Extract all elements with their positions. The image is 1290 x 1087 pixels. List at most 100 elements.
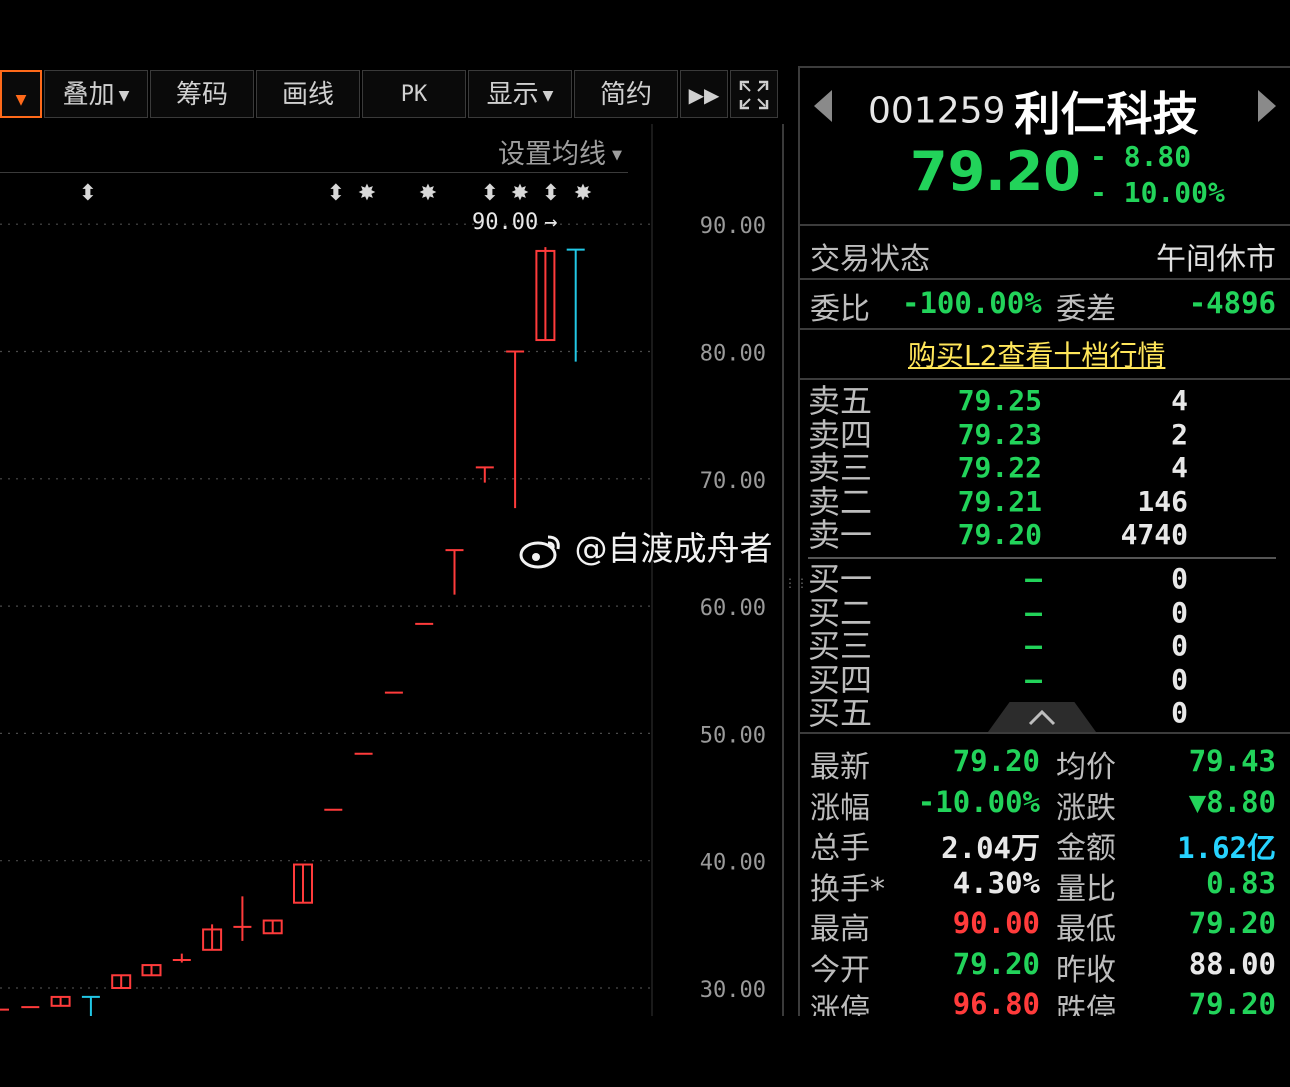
ask-level-label: 卖二 — [808, 482, 873, 521]
draw-line-button[interactable]: 画线 — [256, 70, 360, 118]
y-tick-label: 70.00 — [700, 469, 766, 494]
candle — [535, 247, 556, 342]
star-marker-icon: ✸ — [574, 181, 592, 206]
stat-label: 最高 — [810, 912, 870, 947]
ask-level-price: 79.22 — [957, 451, 1042, 485]
prev-stock-button[interactable] — [812, 88, 834, 128]
divider — [798, 732, 1290, 734]
candle — [50, 995, 71, 1007]
candle — [81, 995, 100, 1016]
candle — [506, 350, 525, 509]
candle — [111, 974, 132, 990]
star-marker-icon: ✸ — [358, 181, 376, 206]
trade-status-value: 午间休市 — [1156, 242, 1276, 277]
order-ratio-label: 委比 — [810, 292, 870, 327]
bid-level-label: 买五 — [808, 694, 873, 733]
star-marker-icon: ✸ — [511, 181, 529, 206]
stock-title: 001259 利仁科技 — [868, 78, 1199, 144]
candle — [293, 863, 313, 904]
ask-level-price: 79.21 — [957, 484, 1042, 518]
collapse-book-button[interactable] — [988, 702, 1096, 732]
price-change: - 8.80 — [1090, 140, 1192, 173]
candle — [202, 924, 223, 951]
display-dropdown-button[interactable]: 显示 ▼ — [468, 70, 572, 118]
ask-level-label: 卖一 — [808, 516, 873, 555]
stock-name: 利仁科技 — [1014, 87, 1199, 141]
bid-level-label: 买二 — [808, 593, 873, 632]
stat-label: 总手 — [810, 831, 870, 866]
next-stock-button[interactable] — [1256, 88, 1278, 128]
splitter-grip-icon[interactable]: ⋮⋮ — [784, 577, 808, 600]
stat-label: 均价 — [1056, 750, 1116, 785]
price-change-pct: - 10.00% — [1090, 176, 1225, 209]
ask-level-price: 79.20 — [957, 518, 1042, 552]
order-diff-value: -4896 — [1188, 286, 1276, 320]
candle — [566, 248, 585, 362]
bid-level-label: 买三 — [808, 627, 873, 666]
candle — [141, 964, 162, 977]
ask-level-volume: 146 — [1137, 484, 1188, 518]
panel-left-border — [798, 66, 800, 1016]
simple-mode-button[interactable]: 简约 — [574, 70, 678, 118]
order-ratio-value: -100.00% — [902, 286, 1042, 320]
updown-marker-icon: ⬍ — [79, 181, 97, 206]
bid-level-volume: 0 — [1171, 629, 1188, 663]
bid-level-volume: 0 — [1171, 662, 1188, 696]
ask-level-volume: 4 — [1171, 451, 1188, 485]
ask-level-volume: 4 — [1171, 384, 1188, 417]
pk-button[interactable]: PK — [362, 70, 466, 118]
candle — [172, 953, 191, 963]
last-price: 79.20 — [910, 140, 1081, 203]
y-tick-label: 60.00 — [700, 596, 766, 621]
bid-level-price: — — [1025, 629, 1042, 663]
bid-level-volume: 0 — [1171, 696, 1188, 730]
divider — [798, 328, 1290, 330]
overlay-dropdown-button[interactable]: 叠加 ▼ — [44, 70, 148, 118]
ask-level-volume: 4740 — [1120, 518, 1188, 552]
stat-label: 涨跌 — [1056, 790, 1116, 826]
stat-value: -10.00% — [917, 784, 1040, 819]
pk-label: PK — [400, 82, 428, 107]
stat-label: 最新 — [810, 750, 870, 785]
panel-top-border — [798, 66, 1290, 68]
chevron-up-icon — [1028, 709, 1056, 726]
triangle-left-icon — [814, 90, 832, 122]
stat-value: 88.00 — [1188, 946, 1276, 981]
candle — [233, 896, 252, 941]
bid-level-volume: 0 — [1171, 595, 1188, 629]
candle — [475, 466, 494, 483]
triangle-right-icon — [1258, 90, 1276, 122]
updown-marker-icon: ⬍ — [542, 181, 560, 206]
weibo-logo-icon — [519, 535, 560, 568]
stat-value: 79.43 — [1188, 744, 1276, 778]
stock-code: 001259 — [868, 90, 1006, 132]
y-tick-label: 40.00 — [700, 851, 766, 876]
l2-purchase-link[interactable]: 购买L2查看十档行情 — [908, 334, 1165, 374]
ask-level-volume: 2 — [1171, 417, 1188, 451]
period-dropdown-button[interactable]: ▼ — [0, 70, 42, 118]
chevron-down-icon: ▼ — [15, 92, 27, 108]
y-tick-label: 80.00 — [700, 342, 766, 367]
ask-level-label: 卖五 — [808, 382, 873, 420]
book-separator — [808, 557, 1276, 559]
divider — [798, 224, 1290, 226]
more-button[interactable]: ▶▶ — [680, 70, 728, 118]
order-diff-label: 委差 — [1056, 292, 1116, 327]
top-bar — [0, 0, 1290, 58]
fullscreen-button[interactable] — [730, 70, 778, 118]
stat-value: 1.62亿 — [1177, 831, 1276, 865]
stat-value: ▼8.80 — [1188, 784, 1276, 819]
divider — [798, 278, 1290, 280]
simple-mode-label: 简约 — [599, 80, 652, 110]
bid-level-price: — — [1025, 595, 1042, 629]
chevron-down-icon: ▼ — [118, 87, 130, 104]
bottom-bar — [0, 1016, 1290, 1087]
price-axis: 90.00 80.00 70.00 60.00 50.00 40.00 30.00 — [700, 214, 766, 1003]
stat-label: 今开 — [810, 952, 870, 988]
chips-button[interactable]: 筹码 — [150, 70, 254, 118]
watermark: @自渡成舟者 — [518, 522, 773, 571]
updown-marker-icon: ⬍ — [327, 181, 345, 206]
stat-label: 最低 — [1056, 912, 1116, 947]
divider — [798, 378, 1290, 380]
stat-value: 79.20 — [1188, 906, 1276, 940]
